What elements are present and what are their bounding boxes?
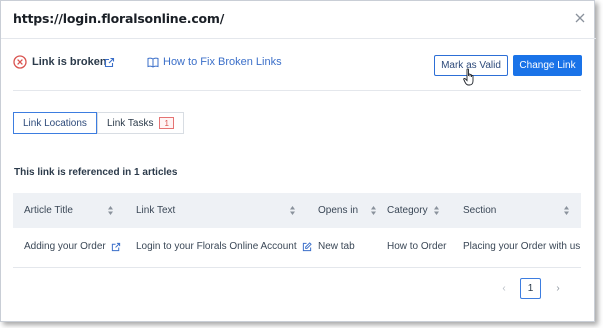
column-header-link-text[interactable]: Link Text xyxy=(136,193,175,228)
external-link-icon[interactable] xyxy=(104,57,115,68)
edit-icon[interactable] xyxy=(302,241,312,252)
column-header-category[interactable]: Category xyxy=(387,193,428,228)
change-link-button[interactable]: Change Link xyxy=(513,55,582,76)
column-header-section[interactable]: Section xyxy=(463,193,496,228)
tab-link-tasks[interactable]: Link Tasks 1 xyxy=(96,112,184,134)
tab-bar: Link Locations Link Tasks 1 xyxy=(13,112,184,134)
cell-section: Placing your Order with us xyxy=(463,241,581,252)
hand-cursor-icon xyxy=(463,68,474,86)
toolbar-divider xyxy=(13,90,581,91)
table-header: Article Title Link Text Opens in Categor… xyxy=(13,193,581,228)
cell-category: How to Order xyxy=(387,241,447,252)
column-header-opens-in[interactable]: Opens in xyxy=(318,193,358,228)
book-icon xyxy=(147,57,159,68)
how-to-fix-link[interactable]: How to Fix Broken Links xyxy=(147,56,282,68)
error-circle-icon xyxy=(13,55,27,69)
article-title-text: Adding your Order xyxy=(24,241,106,252)
previous-page-button[interactable]: ‹ xyxy=(498,278,510,299)
column-header-article-title[interactable]: Article Title xyxy=(24,193,73,228)
sort-icon[interactable] xyxy=(433,205,440,216)
reference-summary: This link is referenced in 1 articles xyxy=(14,167,178,178)
sort-icon[interactable] xyxy=(370,205,377,216)
task-count-badge: 1 xyxy=(159,117,174,129)
next-page-button[interactable]: › xyxy=(552,278,564,299)
link-status: Link is broken xyxy=(13,55,107,69)
link-details-dialog: https://login.floralsonline.com/ Link is… xyxy=(0,0,596,322)
link-status-label: Link is broken xyxy=(32,56,107,68)
page-1-button[interactable]: 1 xyxy=(520,278,541,299)
header-divider xyxy=(1,38,596,39)
dialog-title: https://login.floralsonline.com/ xyxy=(13,11,225,26)
row-divider xyxy=(13,267,581,268)
cell-link-text: Login to your Florals Online Account xyxy=(136,241,312,252)
cell-article-title[interactable]: Adding your Order xyxy=(24,241,121,252)
tab-link-tasks-label: Link Tasks xyxy=(106,117,154,129)
sort-icon[interactable] xyxy=(563,205,570,216)
tab-link-locations[interactable]: Link Locations xyxy=(13,112,97,134)
sort-icon[interactable] xyxy=(107,205,114,216)
how-to-fix-label: How to Fix Broken Links xyxy=(163,56,282,68)
sort-icon[interactable] xyxy=(289,205,296,216)
cell-opens-in: New tab xyxy=(318,241,355,252)
link-text-value: Login to your Florals Online Account xyxy=(136,241,297,252)
close-icon[interactable] xyxy=(573,11,587,25)
external-link-icon[interactable] xyxy=(111,242,121,252)
